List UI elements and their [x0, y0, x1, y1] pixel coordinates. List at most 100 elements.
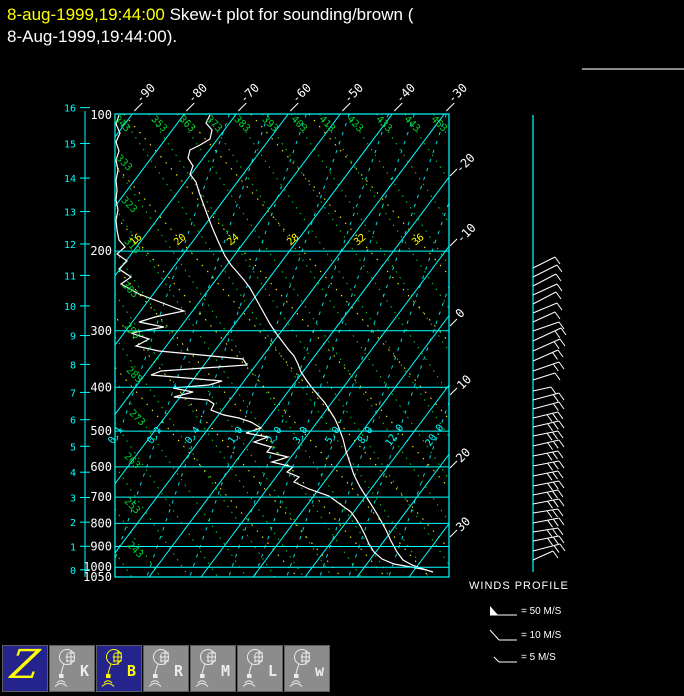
svg-text:0: 0	[70, 566, 76, 577]
svg-text:10: 10	[454, 372, 474, 392]
toolbar-button-z[interactable]: Z	[2, 642, 48, 692]
svg-text:13: 13	[64, 208, 76, 219]
svg-text:393: 393	[259, 114, 280, 135]
svg-text:423: 423	[344, 114, 365, 135]
svg-text:443: 443	[401, 114, 422, 135]
button-letter: w	[314, 662, 324, 680]
toolbar-button-k[interactable]: K	[49, 645, 95, 692]
svg-text:600: 600	[90, 460, 112, 474]
svg-text:273: 273	[126, 408, 147, 429]
toolbar-button-m[interactable]: M	[190, 645, 236, 692]
svg-text:32: 32	[352, 232, 368, 248]
svg-text:-30: -30	[445, 81, 470, 106]
svg-text:3: 3	[70, 493, 76, 504]
toolbar: Z K B R M L w	[2, 642, 331, 692]
svg-text:-50: -50	[341, 81, 366, 106]
legend-row-50ms: = 50 M/S	[488, 604, 561, 618]
svg-text:5.0: 5.0	[323, 425, 342, 446]
toolbar-button-b[interactable]: B	[96, 645, 142, 692]
flag-barb-icon	[490, 606, 517, 616]
svg-text:-70: -70	[237, 81, 262, 106]
svg-text:800: 800	[90, 516, 112, 530]
svg-text:8.0: 8.0	[356, 425, 375, 446]
svg-text:28: 28	[285, 232, 301, 248]
svg-text:2.0: 2.0	[265, 425, 284, 446]
svg-text:12: 12	[64, 240, 76, 251]
svg-text:200: 200	[90, 244, 112, 258]
svg-text:253: 253	[121, 496, 142, 517]
svg-text:12.0: 12.0	[384, 423, 407, 449]
svg-text:-60: -60	[289, 81, 314, 106]
button-letter: B	[126, 662, 136, 680]
svg-text:4: 4	[70, 468, 76, 479]
svg-text:293: 293	[121, 321, 142, 342]
radiosonde-balloon-icon	[54, 649, 75, 687]
radiosonde-balloon-icon	[195, 649, 216, 687]
svg-text:0.2: 0.2	[145, 425, 164, 446]
svg-text:100: 100	[90, 108, 112, 122]
button-letter: L	[267, 662, 277, 680]
toolbar-button-r[interactable]: R	[143, 645, 189, 692]
svg-text:3.0: 3.0	[291, 425, 310, 446]
legend-row-5ms: = 5 M/S	[488, 650, 556, 664]
svg-text:36: 36	[410, 232, 426, 248]
svg-text:433: 433	[373, 114, 394, 135]
svg-text:-90: -90	[133, 81, 158, 106]
button-letter: R	[173, 662, 183, 680]
app-window: 8-aug-1999,19:44:00 Skew-t plot for soun…	[0, 0, 684, 696]
button-letter: K	[79, 662, 89, 680]
button-letter: M	[220, 662, 230, 680]
legend-label: = 10 M/S	[521, 629, 562, 641]
svg-text:24: 24	[225, 232, 241, 248]
svg-text:-10: -10	[454, 221, 479, 246]
svg-text:10: 10	[64, 302, 76, 313]
svg-text:333: 333	[113, 153, 134, 174]
svg-text:0.4: 0.4	[183, 425, 202, 446]
svg-text:0: 0	[453, 306, 468, 321]
radiosonde-balloon-icon	[242, 649, 263, 687]
svg-text:20: 20	[172, 232, 188, 248]
svg-text:243: 243	[124, 540, 145, 561]
svg-text:263: 263	[121, 451, 142, 472]
svg-text:5: 5	[70, 442, 76, 453]
toolbar-button-w[interactable]: w	[284, 645, 330, 692]
svg-text:413: 413	[316, 114, 337, 135]
radiosonde-balloon-icon	[101, 649, 122, 687]
dewpoint-trace	[115, 114, 428, 571]
svg-text:14: 14	[64, 174, 76, 185]
full-barb-icon	[489, 629, 517, 641]
skewt-plot: 1002003004005006007008009001000105001234…	[64, 81, 567, 584]
legend-label: = 50 M/S	[521, 605, 562, 617]
svg-text:-80: -80	[185, 81, 210, 106]
svg-text:8: 8	[70, 360, 76, 371]
legend-row-10ms: = 10 M/S	[488, 628, 561, 642]
svg-text:400: 400	[90, 380, 112, 394]
svg-text:1: 1	[70, 542, 76, 553]
svg-text:300: 300	[90, 324, 112, 338]
svg-text:9: 9	[70, 332, 76, 343]
svg-text:-40: -40	[393, 81, 418, 106]
svg-text:373: 373	[203, 114, 224, 135]
svg-text:1050: 1050	[83, 570, 112, 584]
legend-label: = 5 M/S	[521, 651, 556, 663]
svg-text:20.0: 20.0	[424, 423, 447, 449]
svg-text:1.0: 1.0	[226, 425, 245, 446]
svg-text:6: 6	[70, 416, 76, 427]
radiosonde-balloon-icon	[289, 649, 310, 687]
svg-text:2: 2	[70, 518, 76, 529]
svg-text:11: 11	[64, 271, 76, 282]
temperature-trace	[187, 114, 434, 573]
svg-text:700: 700	[90, 490, 112, 504]
svg-text:403: 403	[288, 114, 309, 135]
toolbar-button-l[interactable]: L	[237, 645, 283, 692]
svg-text:7: 7	[70, 388, 76, 399]
radiosonde-balloon-icon	[148, 649, 169, 687]
svg-text:353: 353	[148, 114, 169, 135]
svg-text:283: 283	[123, 365, 144, 386]
svg-text:16: 16	[64, 104, 76, 115]
svg-text:900: 900	[90, 540, 112, 554]
svg-text:15: 15	[64, 139, 76, 150]
svg-text:363: 363	[176, 114, 197, 135]
winds-profile-title: WINDS PROFILE	[469, 580, 569, 592]
half-barb-icon	[493, 656, 517, 663]
